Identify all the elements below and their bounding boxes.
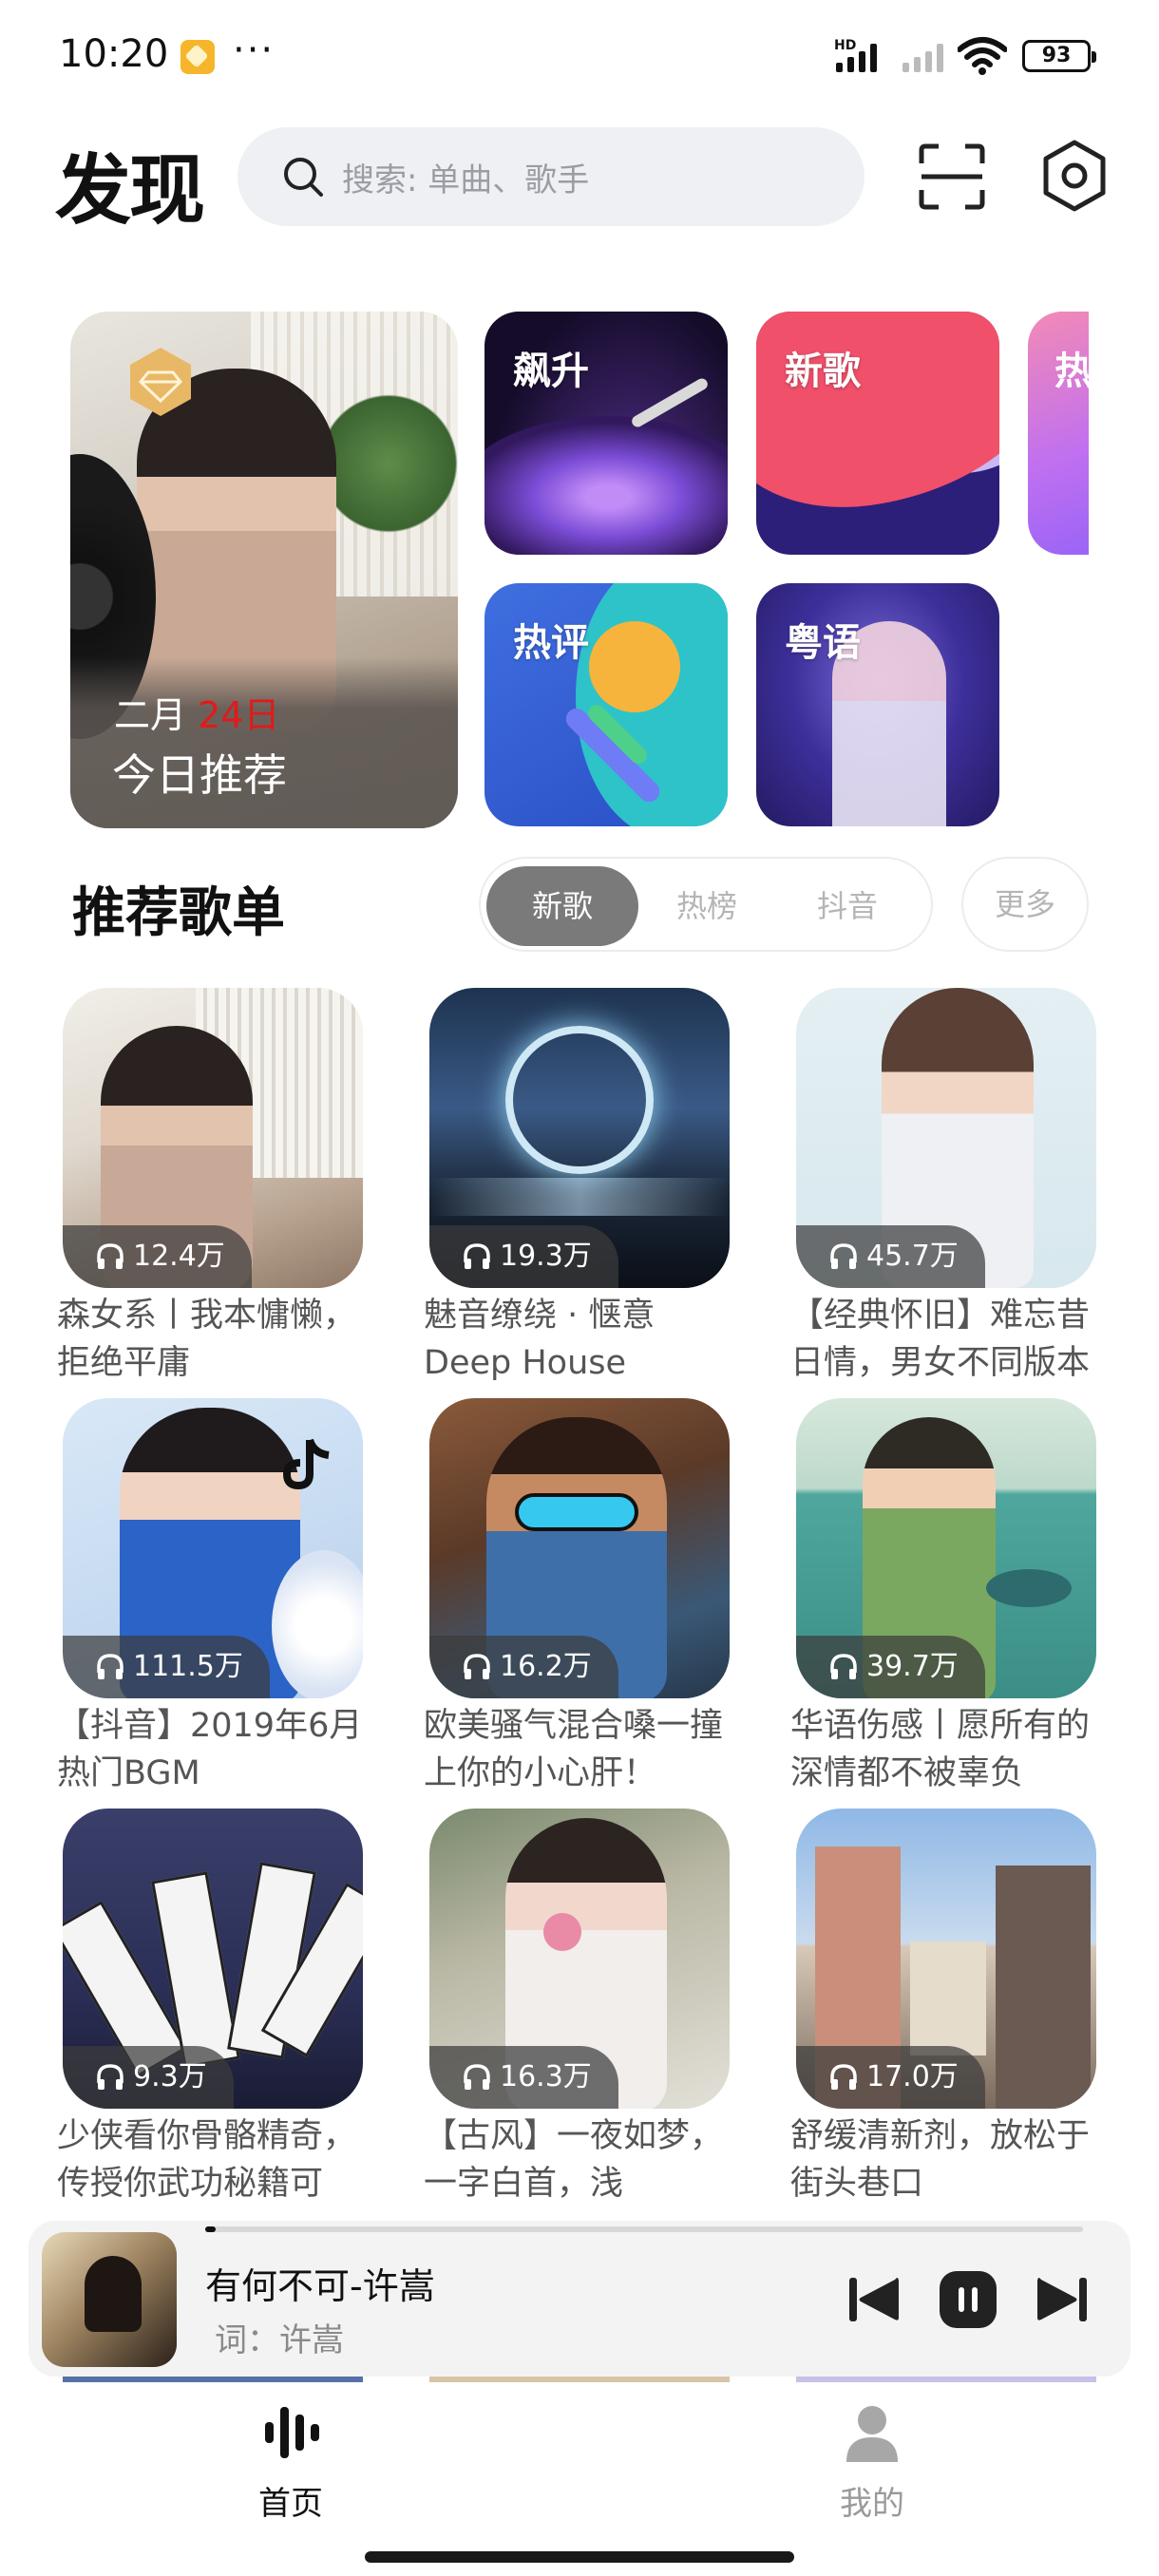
playlist-cover: 39.7万 [796,1398,1096,1698]
playlist-title: 魅音缭绕 · 惬意 Deep House [424,1297,656,1382]
home-waveform-icon [265,2407,319,2458]
play-count: 39.7万 [796,1636,985,1698]
tile-label: 热评 [513,621,589,665]
pause-icon[interactable] [937,2268,999,2331]
play-count: 111.5万 [63,1636,270,1698]
user-icon [846,2406,898,2462]
vip-diamond-icon [130,348,191,416]
playlist-cover: 19.3万 [429,988,730,1288]
battery-icon: 93 [1022,40,1096,72]
tile-hot-comments[interactable]: 热评 [484,583,728,826]
more-notifications-icon: ··· [233,28,276,72]
headphones-icon [464,1243,490,1269]
playlist-title: 少侠看你骨骼精奇，传授你武功秘籍可 [57,2117,357,2203]
headphones-icon [97,1654,124,1679]
next-track-icon[interactable] [1032,2268,1094,2331]
headphones-icon [830,2064,857,2090]
play-count: 16.3万 [429,2046,618,2109]
album-art[interactable] [42,2232,177,2367]
playlist-title: 华语伤感丨愿所有的深情都不被辜负 [790,1707,1091,1792]
song-title: 有何不可-许嵩 [205,2265,435,2307]
playlist-cover: 45.7万 [796,988,1096,1288]
bottom-nav: 首页 我的 [0,2382,1159,2576]
nav-mine[interactable]: 我的 [777,2399,967,2524]
playlist-title: 【经典怀旧】难忘昔日情，男女不同版本 [790,1297,1091,1382]
tile-label: 新歌 [785,350,861,393]
tab-new[interactable]: 新歌 [486,866,638,946]
playlist-title: 欧美骚气混合嗓一撞上你的小心肝！ [424,1707,724,1792]
section-title: 推荐歌单 [72,882,285,944]
headphones-icon [830,1654,857,1679]
headphones-icon [97,2064,124,2090]
settings-icon[interactable] [1037,139,1112,213]
home-indicator[interactable] [365,2551,794,2563]
status-bar: 10:20 ··· HD 93 [0,0,1159,114]
page-title: 发现 [55,146,205,235]
signal-icon [836,44,877,72]
headphones-icon [464,1654,490,1679]
tile-new-songs[interactable]: 新歌 [756,312,999,555]
play-count: 17.0万 [796,2046,985,2109]
playback-progress[interactable] [205,2226,1083,2232]
playlist-cover: 111.5万 [63,1398,363,1698]
hero-title: 今日推荐 [112,749,287,801]
nav-home[interactable]: 首页 [196,2399,386,2524]
hero-date-day: 24日 [198,694,280,736]
playlist-cover: 17.0万 [796,1809,1096,2109]
mini-player[interactable]: 有何不可-许嵩 词：许嵩 [28,2221,1130,2377]
previous-track-icon[interactable] [842,2268,904,2331]
tile-hot-partial[interactable]: 热 [1028,312,1089,555]
tile-label: 飙升 [513,350,589,393]
daily-recommend-card[interactable]: 二月 24日 今日推荐 [70,312,458,828]
hero-date: 二月 24日 [114,694,280,736]
play-count: 45.7万 [796,1225,985,1288]
playlist-title: 森女系丨我本慵懒，拒绝平庸 [57,1297,357,1382]
tile-soaring-chart[interactable]: 飙升 [484,312,728,555]
playlist-title: 【抖音】2019年6月热门BGM [57,1707,363,1792]
search-icon [284,158,323,197]
battery-level: 93 [1041,44,1072,67]
signal-weak-icon [902,44,943,72]
tile-cantonese[interactable]: 粤语 [756,583,999,826]
playlist-cover: 16.2万 [429,1398,730,1698]
douyin-logo-icon [282,1438,330,1490]
play-count: 12.4万 [63,1225,252,1288]
tile-label: 粤语 [785,621,861,665]
headphones-icon [97,1243,124,1269]
playlist-tabs: 新歌 热榜 抖音 [479,857,933,952]
notification-app-icon [180,40,215,74]
playlist-cover: 9.3万 [63,1809,363,2109]
playback-progress-fill [205,2226,217,2232]
playlist-cover: 12.4万 [63,988,363,1288]
scan-icon[interactable] [918,142,986,211]
playlist-cover: 16.3万 [429,1809,730,2109]
play-count: 16.2万 [429,1636,618,1698]
headphones-icon [830,1243,857,1269]
wifi-icon [958,37,1007,75]
nav-mine-label: 我的 [840,2485,904,2523]
search-input[interactable]: 搜索: 单曲、歌手 [238,127,864,226]
tab-douyin[interactable]: 抖音 [771,866,923,946]
tab-hot[interactable]: 热榜 [631,866,783,946]
song-lyric: 词：许嵩 [215,2321,344,2359]
playlist-title: 【古风】一夜如梦，一字白首，浅 [424,2117,724,2203]
search-placeholder: 搜索: 单曲、歌手 [342,161,590,199]
nav-home-label: 首页 [258,2485,323,2523]
headphones-icon [464,2064,490,2090]
play-count: 9.3万 [63,2046,234,2109]
more-button[interactable]: 更多 [961,857,1089,952]
play-count: 19.3万 [429,1225,618,1288]
status-time: 10:20 [59,32,169,76]
playlist-title: 舒缓清新剂，放松于街头巷口 [790,2117,1091,2203]
tile-label: 热 [1054,350,1089,393]
